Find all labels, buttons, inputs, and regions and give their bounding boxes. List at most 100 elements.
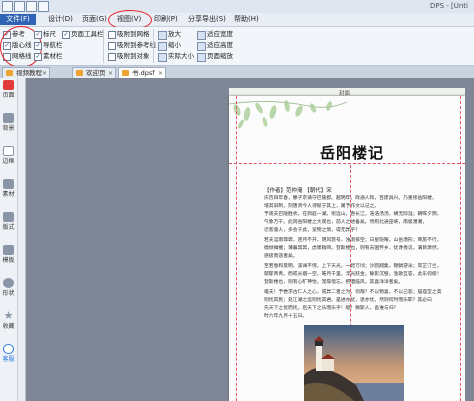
home-icon [76,70,83,76]
sidebar-item-shape[interactable]: 形状 [2,278,15,312]
body-line[interactable]: 气象万千。此则岳阳楼之大观也，前人之述备矣。然则北通巫峡，南极潇湘， [264,219,450,227]
body-line[interactable]: 樯倾楫摧；薄暮冥冥，虎啸猿啼。登斯楼也，则有去国怀乡，忧谗畏讥，满目萧然， [264,245,450,253]
actual-size-button[interactable]: 实际大小 [168,52,194,60]
template-icon [3,245,14,255]
body-line[interactable]: 则忧其民；处江湖之远则忧其君。是进亦忧，退亦忧。然则何时而乐耶？其必曰 [264,297,450,305]
checkbox-ruler[interactable]: ✓ [34,31,42,39]
body-line[interactable]: 庆历四年春，滕子京谪守巴陵郡。越明年，政通人和，百废具兴。乃重修岳阳楼， [264,195,450,203]
page-zoom-button[interactable]: 页面缩放 [207,52,233,60]
margin-guide[interactable] [460,96,461,401]
close-icon[interactable]: × [158,68,163,79]
body-line[interactable]: 增其旧制，刻唐贤今人诗赋于其上，属予作文以记之。 [264,203,450,211]
window-title: DPS - [Unti [429,2,468,10]
fit-height-icon[interactable] [197,42,206,51]
sidebar-item-layout[interactable]: 版式 [2,212,15,246]
actual-size-icon[interactable] [158,53,167,62]
menu-file[interactable]: 文件(F) [0,14,36,25]
menu-share-export[interactable]: 分享导出(S) [188,14,226,25]
tab-video-tutorial[interactable]: 视频教程 × [2,67,50,78]
zoom-in-icon[interactable] [158,31,167,40]
body-line[interactable]: 嗟夫！予尝求古仁人之心，或异二者之为，何哉？不以物喜，不以己悲；居庙堂之高 [264,289,450,297]
sidebar-item-support[interactable]: 客服 [2,344,15,378]
label-navigation: 导航栏 [43,41,63,49]
horizontal-guide[interactable] [229,163,465,164]
checkbox-snap-grid[interactable] [108,31,116,39]
document-title[interactable]: 岳阳楼记 [320,142,384,163]
margin-guide[interactable] [236,96,237,401]
body-line[interactable]: 先天下之忧而忧，后天下之乐而乐乎！噫！微斯人，吾谁与归？ [264,305,450,313]
redo-icon[interactable] [38,1,49,12]
sidebar-item-label: 版式 [2,224,15,231]
checkbox-page-toolbar[interactable]: ✓ [62,31,70,39]
checkbox-material[interactable]: ✓ [34,53,42,61]
sidebar-item-label: 页面 [2,92,15,99]
checkbox-snap-object[interactable] [108,53,116,61]
sidebar-item-label: 模板 [2,257,15,264]
background-icon [3,113,14,123]
page-icon [3,80,14,90]
tab-welcome[interactable]: 欢迎页 × [72,67,116,78]
body-line[interactable]: 时六年九月十五日。 [264,313,450,321]
body-line[interactable]: 迁客骚人，多会于此，览物之情，得无异乎？ [264,227,450,235]
sidebar-item-material[interactable]: 素材 [2,179,15,213]
author-line[interactable]: 【作者】范仲淹 【朝代】宋 [264,186,332,194]
fit-width-icon[interactable] [197,31,206,40]
sidebar-item-label: 收藏 [2,323,15,330]
border-icon [3,146,14,156]
shape-icon [3,278,14,288]
label-snap-grid: 吸附到网格 [117,30,150,38]
body-line[interactable]: 郁郁青青。而或长烟一空，皓月千里，浮光跃金，静影沉璧，渔歌互答，此乐何极！ [264,271,450,279]
body-line[interactable]: 登斯楼也，则有心旷神怡，宠辱偕忘，把酒临风，其喜洋洋者矣。 [264,279,450,287]
sidebar-item-border[interactable]: 边框 [2,146,15,180]
sidebar-item-page[interactable]: 页面 [2,80,15,114]
zoom-out-icon[interactable] [158,42,167,51]
body-line[interactable]: 若夫淫雨霏霏，连月不开，阴风怒号，浊浪排空；日星隐曜，山岳潜形；商旅不行， [264,237,450,245]
label-ruler: 标尺 [43,30,56,38]
menu-print[interactable]: 印刷(P) [154,14,178,25]
ribbon-separator [103,29,104,63]
close-icon[interactable]: × [42,68,47,79]
sidebar-item-label: 边框 [2,158,15,165]
material-icon [3,179,14,189]
label-material: 素材栏 [43,52,63,60]
undo-icon[interactable] [26,1,37,12]
document-icon [122,70,129,76]
body-line[interactable]: 至若春和景明，波澜不惊，上下天光，一碧万顷；沙鸥翔集，锦鳞游泳；岸芷汀兰， [264,263,450,271]
body-line[interactable]: 感极而悲者矣。 [264,253,450,261]
lighthouse-image[interactable] [304,325,404,401]
menu-help[interactable]: 帮助(H) [234,14,259,25]
workspace-edge [465,88,474,401]
vertical-ruler[interactable] [18,78,26,401]
tab-label: 欢迎页 [86,69,106,77]
sidebar-item-label: 客服 [2,356,15,363]
sidebar-item-background[interactable]: 背景 [2,113,15,147]
zoom-out-button[interactable]: 缩小 [168,41,181,49]
save-icon[interactable] [14,1,25,12]
page-zoom-icon[interactable] [197,53,206,62]
tab-document[interactable]: 书.dpsf × [118,67,166,78]
ribbon-separator [153,29,154,63]
checkbox-navigation[interactable]: ✓ [34,42,42,50]
checkbox-snap-guide[interactable] [108,42,116,50]
video-icon [6,70,13,76]
tab-label: 视频教程 [16,69,42,77]
menu-page[interactable]: 页面(G) [82,14,107,25]
body-line[interactable]: 予观夫巴陵胜状，在洞庭一湖。衔远山，吞长江，浩浩汤汤，横无际涯；朝晖夕阴， [264,211,450,219]
sidebar-item-label: 形状 [2,290,15,297]
close-icon[interactable]: × [108,68,113,79]
layout-icon [3,212,14,222]
app-logo-icon [2,1,13,12]
sidebar-item-template[interactable]: 模板 [2,245,15,279]
label-snap-guide: 吸附到参考线 [117,41,156,49]
support-icon [3,344,14,354]
star-icon: ★ [3,309,14,322]
sidebar-item-label: 背景 [2,125,15,132]
sidebar-item-label: 素材 [2,191,15,198]
fit-height-button[interactable]: 适应高度 [207,41,233,49]
menu-design[interactable]: 设计(D) [48,14,73,25]
sidebar-item-favorites[interactable]: ★ 收藏 [2,309,15,345]
fit-width-button[interactable]: 适应宽度 [207,30,233,38]
tab-label: 书.dpsf [132,69,155,77]
zoom-in-button[interactable]: 放大 [168,30,181,38]
title-bar: DPS - [Unti [0,0,474,13]
